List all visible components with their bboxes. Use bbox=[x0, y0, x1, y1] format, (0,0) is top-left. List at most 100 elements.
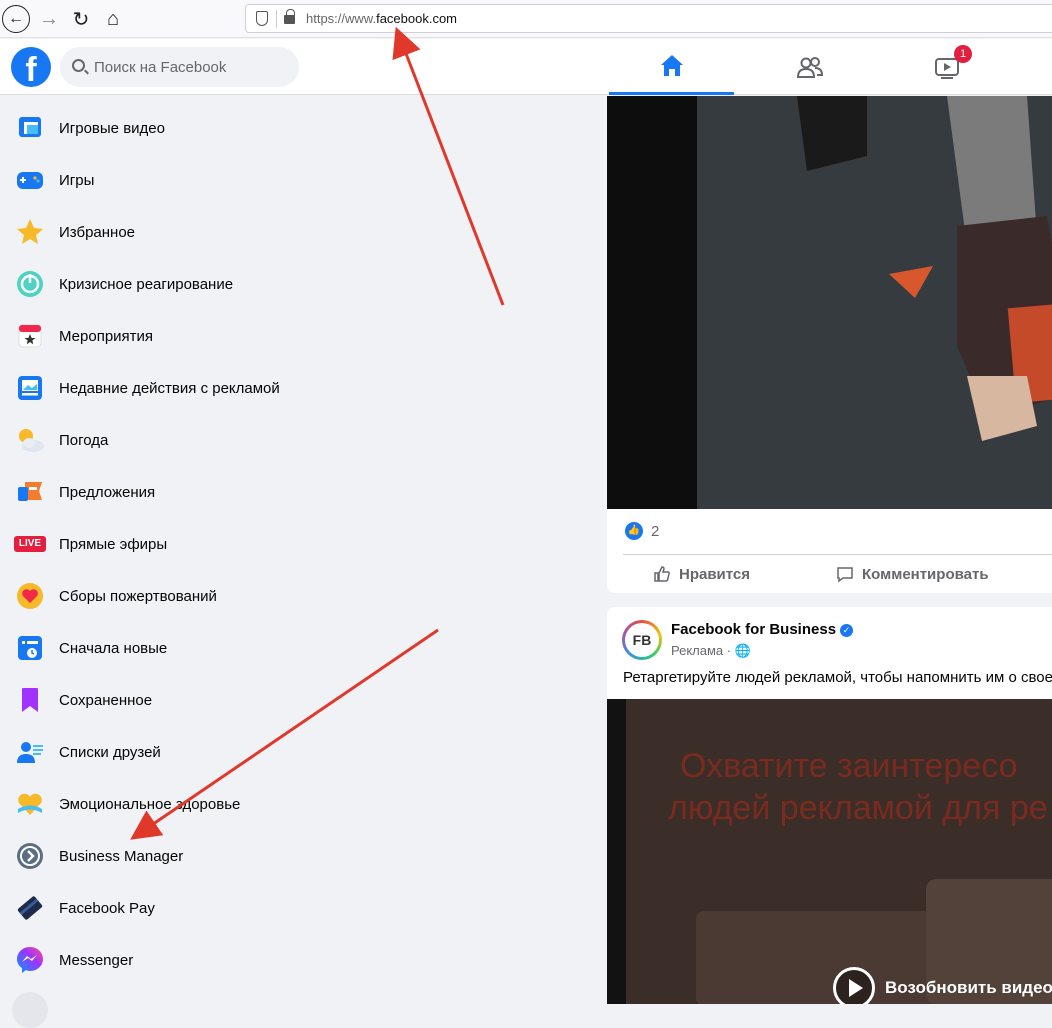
comment-label: Комментировать bbox=[862, 565, 989, 583]
video-frame: Охватите заинтересо людей рекламой для р… bbox=[626, 699, 1052, 1004]
notification-badge: 1 bbox=[954, 45, 972, 63]
sponsored-text: Реклама · bbox=[671, 643, 735, 658]
sidebar-item-games[interactable]: Игры bbox=[8, 154, 328, 206]
sidebar-item-label: Предложения bbox=[59, 483, 156, 501]
gaming-video-icon bbox=[12, 110, 48, 146]
url-separator bbox=[276, 10, 277, 28]
video-player[interactable]: Охватите заинтересо людей рекламой для р… bbox=[607, 699, 1052, 1004]
search-box[interactable] bbox=[60, 47, 299, 87]
page-name-text: Facebook for Business bbox=[671, 621, 837, 638]
sidebar-item-label: Списки друзей bbox=[59, 743, 161, 761]
sidebar-item-label: Сначала новые bbox=[59, 639, 168, 657]
friend-lists-icon bbox=[12, 734, 48, 770]
reload-icon[interactable]: ↻ bbox=[68, 6, 94, 32]
messenger-icon bbox=[12, 942, 48, 978]
video-headline: Охватите заинтересо людей рекламой для р… bbox=[668, 745, 1048, 829]
sidebar-item-favorites[interactable]: Избранное bbox=[8, 206, 328, 258]
sidebar-item-events[interactable]: Мероприятия bbox=[8, 310, 328, 362]
page-avatar[interactable]: FB bbox=[622, 620, 662, 660]
play-icon bbox=[833, 967, 875, 1004]
like-label: Нравится bbox=[679, 565, 751, 583]
tab-watch[interactable]: 1 bbox=[884, 39, 1009, 95]
sidebar-item-offers[interactable]: Предложения bbox=[8, 466, 328, 518]
back-arrow-icon[interactable]: ← bbox=[2, 5, 30, 33]
video-headline-line: Охватите заинтересо bbox=[680, 747, 1018, 785]
lock-icon[interactable] bbox=[284, 9, 295, 24]
live-icon: LIVE bbox=[12, 526, 48, 562]
sidebar-item-label: Сборы пожертвований bbox=[59, 587, 217, 605]
video-headline-line: людей рекламой для ре bbox=[668, 789, 1048, 827]
sidebar-item-ad-activity[interactable]: Недавние действия с рекламой bbox=[8, 362, 328, 414]
live-badge: LIVE bbox=[14, 536, 46, 552]
forward-arrow-icon[interactable]: → bbox=[36, 6, 62, 32]
sidebar-item-messenger[interactable]: Messenger bbox=[8, 934, 328, 986]
globe-icon: 🌐 bbox=[734, 643, 751, 658]
sidebar-item-label: Мероприятия bbox=[59, 327, 154, 345]
url-domain: facebook.com bbox=[376, 11, 458, 26]
tracking-shield-icon[interactable] bbox=[256, 11, 268, 26]
home-tab-icon bbox=[660, 54, 683, 76]
thumbs-up-icon bbox=[654, 566, 670, 582]
crisis-response-icon bbox=[12, 266, 48, 302]
sidebar-item-saved[interactable]: Сохраненное bbox=[8, 674, 328, 726]
sidebar-item-most-recent[interactable]: Сначала новые bbox=[8, 622, 328, 674]
sidebar-item-label: Недавние действия с рекламой bbox=[59, 379, 280, 397]
sidebar-item-label: Кризисное реагирование bbox=[59, 275, 234, 293]
sidebar-item-label: Прямые эфиры bbox=[59, 535, 168, 553]
verified-badge-icon: ✓ bbox=[840, 624, 854, 637]
tab-home[interactable] bbox=[609, 39, 734, 95]
resume-label: Возобновить видео bbox=[885, 978, 1052, 997]
weather-icon bbox=[12, 422, 48, 458]
url-text[interactable]: https://www.facebook.com bbox=[306, 11, 457, 26]
url-prefix: https://www. bbox=[306, 11, 377, 26]
business-manager-icon bbox=[12, 838, 48, 874]
like-reaction-icon: 👍 bbox=[625, 522, 643, 540]
browser-toolbar: ← → ↻ ⌂ https://www.facebook.com bbox=[0, 0, 1052, 38]
sidebar-item-facebook-pay[interactable]: Facebook Pay bbox=[8, 882, 328, 934]
facebook-logo[interactable]: f bbox=[11, 47, 51, 87]
favorites-star-icon bbox=[12, 214, 48, 250]
sidebar-item-emotional-health[interactable]: Эмоциональное здоровье bbox=[8, 778, 328, 830]
address-bar[interactable]: https://www.facebook.com bbox=[245, 4, 1052, 33]
sidebar-item-weather[interactable]: Погода bbox=[8, 414, 328, 466]
home-icon[interactable]: ⌂ bbox=[100, 6, 126, 32]
reactions-summary[interactable]: 👍 2 bbox=[625, 522, 659, 540]
sidebar-item-label: Сохраненное bbox=[59, 691, 153, 709]
post-photo[interactable] bbox=[607, 96, 1052, 509]
post-text: Ретаргетируйте людей рекламой, чтобы нап… bbox=[623, 669, 1052, 686]
sponsored-post: FB Facebook for Business ✓ Реклама · 🌐 Ре… bbox=[607, 607, 1052, 1004]
ad-activity-icon bbox=[12, 370, 48, 406]
events-calendar-icon bbox=[12, 318, 48, 354]
facebook-pay-icon bbox=[12, 890, 48, 926]
page-name[interactable]: Facebook for Business ✓ bbox=[671, 621, 854, 638]
see-more-icon[interactable] bbox=[12, 992, 48, 1028]
sidebar-item-label: Facebook Pay bbox=[59, 899, 155, 917]
sidebar-item-label: Погода bbox=[59, 431, 109, 449]
reaction-count: 2 bbox=[651, 522, 660, 540]
left-sidebar: Игровые видео Игры Избранное Кризисное р… bbox=[0, 96, 600, 1028]
most-recent-icon bbox=[12, 630, 48, 666]
search-icon bbox=[72, 59, 85, 72]
fundraisers-icon bbox=[12, 578, 48, 614]
like-button[interactable]: Нравится bbox=[653, 562, 750, 586]
saved-bookmark-icon bbox=[12, 682, 48, 718]
resume-video-button[interactable]: Возобновить видео bbox=[833, 967, 1052, 1004]
sidebar-item-label: Эмоциональное здоровье bbox=[59, 795, 241, 813]
sidebar-item-label: Избранное bbox=[59, 223, 136, 241]
search-input[interactable] bbox=[94, 57, 284, 77]
sidebar-item-business-manager[interactable]: Business Manager bbox=[8, 830, 328, 882]
games-icon bbox=[12, 162, 48, 198]
comment-button[interactable]: Комментировать bbox=[836, 562, 989, 586]
sidebar-item-live[interactable]: LIVE Прямые эфиры bbox=[8, 518, 328, 570]
tab-friends[interactable] bbox=[747, 39, 872, 95]
sidebar-item-friend-lists[interactable]: Списки друзей bbox=[8, 726, 328, 778]
sidebar-item-gaming-video[interactable]: Игровые видео bbox=[8, 102, 328, 154]
comment-icon bbox=[837, 567, 853, 583]
emotional-health-icon bbox=[12, 786, 48, 822]
sidebar-item-label: Messenger bbox=[59, 951, 134, 969]
sidebar-item-label: Игры bbox=[59, 171, 95, 189]
sidebar-item-crisis-response[interactable]: Кризисное реагирование bbox=[8, 258, 328, 310]
sidebar-item-fundraisers[interactable]: Сборы пожертвований bbox=[8, 570, 328, 622]
friends-icon bbox=[796, 57, 823, 78]
sidebar-item-label: Business Manager bbox=[59, 847, 184, 865]
